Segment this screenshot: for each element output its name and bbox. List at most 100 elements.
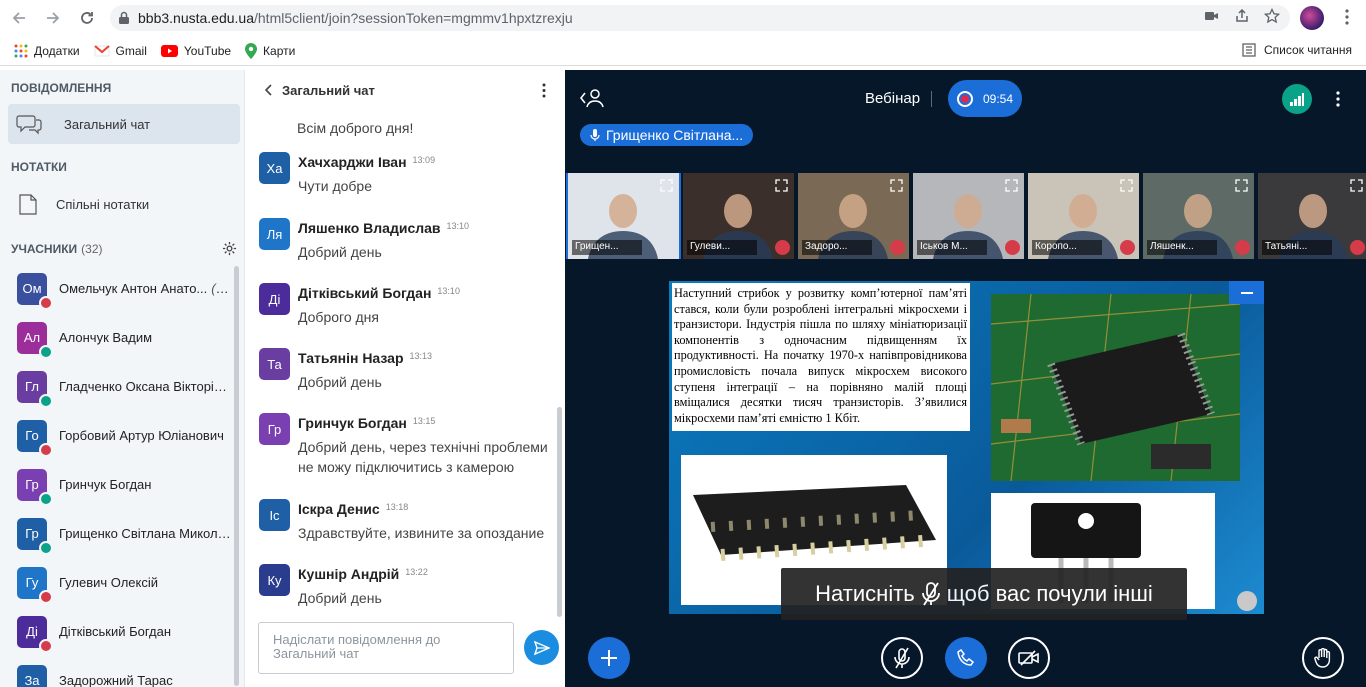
user-name-text: Горбовий Артур Юліанович	[59, 428, 224, 443]
talking-indicator[interactable]: Грищенко Світлана...	[580, 124, 754, 146]
chat-options-icon[interactable]	[542, 83, 546, 98]
author-name: Хачхарджи Іван	[298, 154, 407, 170]
bookmarks-bar: Додатки Gmail YouTube Карти Список читан…	[0, 36, 1366, 66]
fullscreen-icon[interactable]	[1120, 179, 1133, 192]
unmute-button[interactable]	[881, 637, 923, 679]
fullscreen-icon[interactable]	[1350, 179, 1363, 192]
webcam-user-name: Гулеви...	[687, 240, 757, 255]
muted-mic-icon	[921, 582, 940, 606]
share-icon[interactable]	[1234, 8, 1250, 24]
public-chat-item[interactable]: Загальний чат	[8, 104, 240, 144]
leave-audio-button[interactable]	[945, 637, 987, 679]
reading-list-icon	[1242, 43, 1256, 57]
star-icon[interactable]	[1264, 8, 1280, 24]
webcam-user-name: Ляшенк...	[1147, 240, 1217, 255]
connection-status-button[interactable]	[1282, 84, 1312, 114]
message-time: 13:09	[412, 155, 436, 165]
share-webcam-button[interactable]	[1008, 637, 1050, 679]
profile-avatar[interactable]	[1300, 6, 1324, 30]
webcam-tile[interactable]: Задоро...	[798, 173, 909, 259]
user-list-item[interactable]: Гл Гладченко Оксана Вікторів...	[0, 362, 236, 411]
user-avatar: Гу	[17, 566, 53, 604]
user-list-item[interactable]: Гр Гринчук Богдан	[0, 460, 236, 509]
raise-hand-button[interactable]	[1302, 637, 1344, 679]
user-list-item[interactable]: Гу Гулевич Олексій	[0, 558, 236, 607]
shared-notes-label: Спільні нотатки	[56, 196, 150, 212]
signal-bars-icon	[1290, 93, 1304, 106]
message-author: Дітківський Богдан 13:10	[298, 285, 460, 301]
chat-input[interactable]: Надіслати повідомлення до Загальний чат	[258, 622, 514, 674]
browser-menu-icon[interactable]	[1345, 8, 1349, 26]
fullscreen-icon[interactable]	[775, 179, 788, 192]
webcam-tile[interactable]: Іськов М...	[913, 173, 1024, 259]
reload-icon[interactable]	[72, 3, 102, 33]
recording-indicator[interactable]: 09:54	[948, 80, 1022, 117]
forward-icon[interactable]	[38, 3, 68, 33]
chevron-left-icon[interactable]	[265, 84, 273, 96]
message-avatar: Та	[259, 348, 290, 380]
fullscreen-icon[interactable]	[660, 179, 673, 192]
browser-toolbar: bbb3.nusta.edu.ua/html5client/join?sessi…	[0, 0, 1366, 36]
webcam-tile[interactable]: Ляшенк...	[1143, 173, 1254, 259]
user-name: Алончук Вадим	[59, 330, 231, 345]
record-icon	[957, 90, 973, 107]
user-list-item[interactable]: Го Горбовий Артур Юліанович	[0, 411, 236, 460]
bookmark-apps[interactable]: Додатки	[14, 44, 80, 58]
presentation-slide: Наступний стрибок у розвитку комп’ютерно…	[669, 281, 1264, 614]
fullscreen-icon[interactable]	[1005, 179, 1018, 192]
fullscreen-icon[interactable]	[1235, 179, 1248, 192]
options-menu-icon[interactable]	[1336, 91, 1340, 107]
user-list-item[interactable]: Гр Грищенко Світлана Микола...	[0, 509, 236, 558]
shared-notes-item[interactable]: Спільні нотатки	[0, 184, 244, 224]
webcam-user-name: Грищен...	[572, 240, 642, 255]
user-name: Задорожний Тарас	[59, 673, 231, 687]
chat-scroll-thumb[interactable]	[557, 407, 562, 617]
microphone-icon	[590, 129, 600, 141]
fullscreen-icon[interactable]	[890, 179, 903, 192]
user-list-scrollbar[interactable]	[234, 266, 239, 686]
actions-plus-button[interactable]	[588, 637, 630, 679]
user-name-text: Алончук Вадим	[59, 330, 153, 345]
meeting-title: Вебінар	[865, 90, 921, 107]
webcam-tile[interactable]: Грищен...	[566, 173, 681, 259]
message-text: Здравствуйте, извините за опоздание	[298, 525, 545, 541]
reading-list-button[interactable]: Список читання	[1242, 43, 1352, 57]
message-avatar: Ку	[259, 564, 290, 596]
camera-blocked-icon[interactable]	[1204, 8, 1220, 24]
action-bar	[565, 636, 1366, 686]
chat-scrollbar[interactable]	[557, 122, 562, 617]
users-count: (32)	[81, 242, 103, 256]
send-button[interactable]	[524, 630, 559, 665]
gear-icon[interactable]	[222, 241, 237, 256]
user-avatar: За	[17, 664, 47, 687]
webcam-user-name: Іськов М...	[917, 240, 987, 255]
user-name-text: Омельчук Антон Анато...	[59, 281, 208, 296]
webcam-tile[interactable]: Коропо...	[1028, 173, 1139, 259]
user-list-item[interactable]: Ал Алончук Вадим	[0, 313, 236, 362]
chat-title[interactable]: Загальний чат	[282, 83, 375, 98]
chat-panel: Загальний чат Всім доброго дня! Ха Хачхар…	[244, 70, 566, 687]
webcam-tile[interactable]: Гулеви...	[683, 173, 794, 259]
muted-mic-icon	[894, 647, 910, 669]
user-list-item[interactable]: За Задорожний Тарас	[0, 656, 236, 687]
bookmark-gmail[interactable]: Gmail	[93, 43, 147, 58]
user-avatar: Гр	[17, 468, 53, 506]
bookmark-label: Gmail	[115, 43, 147, 58]
muted-mic-icon	[39, 589, 53, 604]
address-bar[interactable]: bbb3.nusta.edu.ua/html5client/join?sessi…	[110, 5, 1290, 31]
muted-mic-icon	[39, 442, 53, 457]
users-header-label: УЧАСНИКИ	[11, 242, 78, 256]
bookmark-maps[interactable]: Карти	[245, 42, 295, 59]
bookmark-youtube[interactable]: YouTube	[160, 44, 231, 58]
user-name-text: Гладченко Оксана Вікторів...	[59, 379, 231, 394]
toggle-userlist-icon[interactable]	[580, 88, 604, 108]
user-avatar: Гр	[17, 517, 53, 555]
maps-pin-icon	[245, 42, 258, 59]
slide-text: Наступний стрибок у розвитку комп’ютерно…	[672, 283, 970, 432]
user-list-item[interactable]: Ді Дітківський Богдан	[0, 607, 236, 656]
minimize-presentation-button[interactable]	[1229, 281, 1264, 304]
user-list-item[interactable]: Ом Омельчук Антон Анато...(Ви)	[0, 264, 236, 313]
webcam-tile[interactable]: Татьяні...	[1258, 173, 1366, 259]
back-icon[interactable]	[4, 3, 34, 33]
author-name: Іскра Денис	[298, 501, 380, 517]
